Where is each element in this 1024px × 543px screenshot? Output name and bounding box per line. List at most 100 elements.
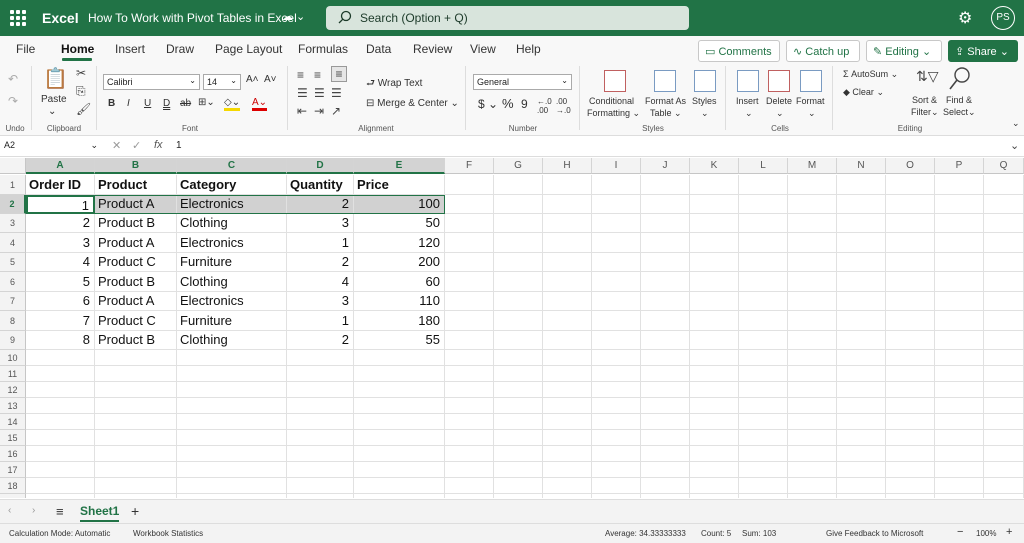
cell[interactable] [788,292,837,311]
formula-input[interactable]: 1 [176,140,182,151]
cell[interactable] [690,233,739,253]
insert-function-icon[interactable]: fx [154,139,163,151]
cell[interactable] [690,494,739,498]
delete-cells-label[interactable]: Delete [766,96,792,106]
cell[interactable] [543,366,592,382]
cell[interactable] [26,462,95,478]
wrap-text-button[interactable]: ⮐ Wrap Text [366,76,422,93]
cell[interactable] [95,446,177,462]
cell[interactable] [935,350,984,366]
cell[interactable] [543,414,592,430]
cell[interactable] [788,462,837,478]
tab-page-layout[interactable]: Page Layout [215,42,282,56]
borders-icon[interactable]: ⊞⌄ [198,97,215,108]
cell[interactable] [886,398,935,414]
column-header[interactable]: M [788,158,837,174]
column-header[interactable]: D [287,158,354,174]
cell[interactable] [177,462,287,478]
workbook-statistics[interactable]: Workbook Statistics [133,529,203,538]
cell[interactable] [177,350,287,366]
row-header[interactable]: 17 [0,462,26,478]
cell[interactable] [739,253,788,272]
cell[interactable] [935,414,984,430]
cell[interactable] [543,382,592,398]
cell[interactable] [935,331,984,350]
cell[interactable] [494,446,543,462]
cell[interactable] [177,430,287,446]
cell[interactable] [984,478,1024,494]
column-header[interactable]: J [641,158,690,174]
cell[interactable] [984,272,1024,292]
fill-color-icon[interactable]: ◇⌄ [224,97,241,111]
column-header[interactable]: O [886,158,935,174]
row-header[interactable]: 12 [0,382,26,398]
app-name[interactable]: Excel [42,10,79,26]
cell[interactable] [543,494,592,498]
chevron-down-icon[interactable]: ⌄ [745,108,753,119]
cell[interactable] [445,214,494,233]
cell[interactable] [177,494,287,498]
column-header[interactable]: N [837,158,886,174]
table-cell[interactable]: 200 [354,253,445,272]
cell[interactable] [177,382,287,398]
cell[interactable] [592,446,641,462]
prev-sheet-icon[interactable]: ‹ [8,505,11,516]
cell[interactable] [788,272,837,292]
tab-home[interactable]: Home [61,42,94,56]
cell[interactable] [984,175,1024,195]
cell[interactable] [641,195,690,214]
cell[interactable] [935,494,984,498]
table-cell[interactable]: 8 [26,331,95,350]
cell[interactable] [788,398,837,414]
clear-button[interactable]: ◆ Clear ⌄ [843,87,884,98]
cell[interactable] [287,494,354,498]
cell[interactable] [26,494,95,498]
column-header[interactable]: A [26,158,95,174]
cell[interactable] [494,462,543,478]
conditional-formatting-label-1[interactable]: Conditional [589,96,634,106]
table-cell[interactable]: 5 [26,272,95,292]
cell[interactable] [543,272,592,292]
cell[interactable] [177,446,287,462]
merge-center-button[interactable]: ⊟ Merge & Center ⌄ [366,98,459,109]
cell[interactable] [445,292,494,311]
cell[interactable] [641,478,690,494]
italic-icon[interactable]: I [127,98,130,109]
table-header-cell[interactable]: Order ID [26,175,95,195]
cell[interactable] [445,462,494,478]
cell[interactable] [95,478,177,494]
cell[interactable] [984,462,1024,478]
cell[interactable] [494,195,543,214]
cell[interactable] [984,292,1024,311]
cell[interactable] [543,292,592,311]
cell[interactable] [494,414,543,430]
cell[interactable] [739,398,788,414]
cell[interactable] [935,398,984,414]
cell[interactable] [935,175,984,195]
cell[interactable] [739,311,788,331]
table-cell[interactable]: Product B [95,214,177,233]
cell[interactable] [445,414,494,430]
double-underline-icon[interactable]: D [163,98,170,109]
cell[interactable] [935,214,984,233]
table-cell[interactable]: Product A [95,233,177,253]
sort-filter-icon[interactable]: ⇅▽ [916,68,939,85]
cell[interactable] [494,366,543,382]
cell[interactable] [739,292,788,311]
cell[interactable] [641,233,690,253]
zoom-out-icon[interactable]: − [957,526,963,538]
cell[interactable] [788,214,837,233]
cell[interactable] [984,446,1024,462]
cell[interactable] [592,311,641,331]
cell[interactable] [886,462,935,478]
cell[interactable] [543,214,592,233]
format-cells-icon[interactable] [800,70,822,92]
cell[interactable] [26,382,95,398]
table-cell[interactable]: 180 [354,311,445,331]
row-header[interactable]: 18 [0,478,26,494]
cell[interactable] [837,233,886,253]
table-cell[interactable]: 6 [26,292,95,311]
cell[interactable] [95,430,177,446]
format-painter-icon[interactable]: 🖌 [76,102,91,116]
cell[interactable] [641,414,690,430]
